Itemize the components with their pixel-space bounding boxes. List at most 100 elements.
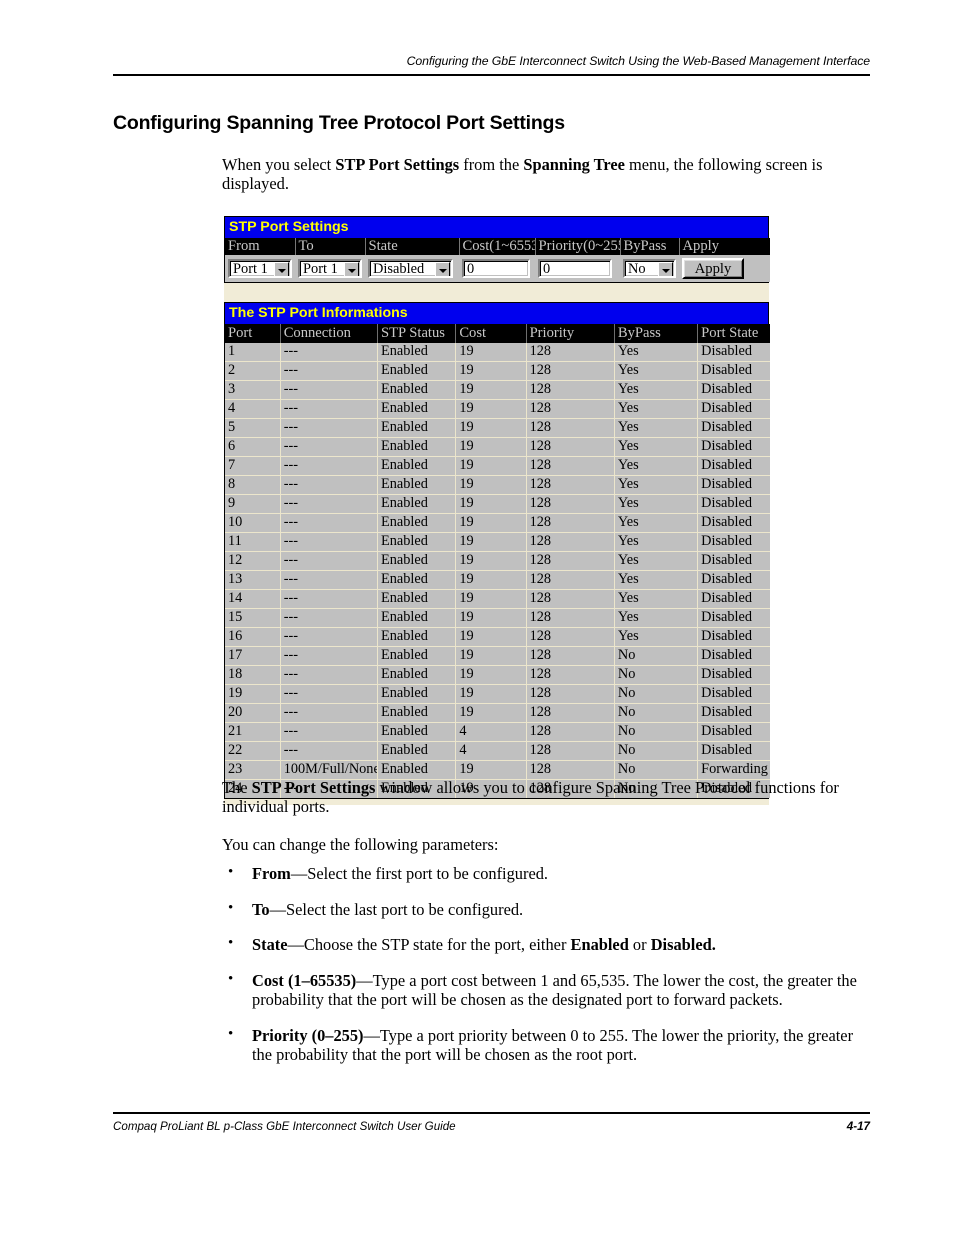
table-cell: 20 (225, 703, 281, 723)
document-page: Configuring the GbE Interconnect Switch … (0, 0, 954, 1235)
table-cell: 128 (526, 343, 615, 362)
table-cell: 11 (225, 532, 281, 552)
table-cell: Enabled (377, 380, 457, 400)
bullet-text-mid: or (628, 935, 651, 954)
table-cell: 19 (455, 551, 527, 571)
info-body: 1 --- Enabled 19 128 Yes Disabled 2 --- Enabled 19… (225, 343, 770, 798)
table-cell: --- (280, 513, 379, 533)
table-cell: 19 (455, 361, 527, 381)
table-cell: 21 (225, 722, 281, 742)
bypass-select[interactable]: No (623, 258, 676, 278)
bullet-marker: • (228, 970, 234, 987)
settings-field-row: Port 1 Port 1 Disabled 0 0 No Apply (225, 255, 770, 282)
table-row: 12 --- Enabled 19 128 Yes Disabled (225, 551, 770, 571)
table-cell: --- (280, 722, 379, 742)
table-cell: Enabled (377, 437, 457, 457)
header-rule (113, 74, 870, 76)
table-cell: 128 (526, 437, 615, 457)
bullet-marker: • (228, 1025, 234, 1042)
chevron-down-icon[interactable] (274, 261, 289, 276)
bullet-term: Cost (1–65535) (252, 970, 357, 990)
table-row: 1 --- Enabled 19 128 Yes Disabled (225, 343, 770, 362)
table-row: 14 --- Enabled 19 128 Yes Disabled (225, 589, 770, 609)
bypass-cell: No (620, 255, 679, 282)
state-select[interactable]: Disabled (368, 258, 453, 278)
bullet-term: From (252, 864, 291, 883)
table-cell: --- (280, 551, 379, 571)
table-row: 8 --- Enabled 19 128 Yes Disabled (225, 475, 770, 495)
table-cell: Yes (614, 418, 699, 438)
table-cell: Yes (614, 513, 699, 533)
table-cell: Disabled (697, 608, 770, 628)
table-cell: 128 (526, 646, 615, 666)
after-text-a: The (222, 778, 252, 797)
table-cell: --- (280, 665, 379, 685)
settings-header-apply: Apply (679, 238, 770, 255)
apply-cell: Apply (679, 255, 770, 282)
info-panel: Port Connection STP Status Cost Priority ByPa… (224, 324, 770, 799)
table-cell: --- (280, 494, 379, 514)
state-select-value: Disabled (373, 260, 425, 277)
settings-header-row: From To State Cost(1~65535) Priority(0~2… (225, 238, 770, 255)
table-cell: 19 (225, 684, 281, 704)
table-cell: 128 (526, 741, 615, 761)
table-cell: 16 (225, 627, 281, 647)
table-cell: --- (280, 399, 379, 419)
chevron-down-icon[interactable] (435, 261, 450, 276)
bullet-marker: • (228, 899, 234, 916)
to-select-value: Port 1 (303, 260, 338, 277)
table-cell: Yes (614, 475, 699, 495)
chevron-down-icon[interactable] (344, 261, 359, 276)
table-cell: Enabled (377, 361, 457, 381)
apply-button[interactable]: Apply (682, 257, 744, 279)
table-cell: 19 (455, 380, 527, 400)
table-cell: Yes (614, 551, 699, 571)
table-cell: Yes (614, 589, 699, 609)
table-cell: Enabled (377, 665, 457, 685)
table-row: 23 100M/Full/None Enabled 19 128 No Forwarding (225, 760, 770, 780)
priority-input[interactable]: 0 (538, 258, 612, 278)
table-cell: 19 (455, 456, 527, 476)
table-cell: Disabled (697, 684, 770, 704)
table-cell: 9 (225, 494, 281, 514)
chevron-down-icon[interactable] (658, 261, 673, 276)
table-cell: 10 (225, 513, 281, 533)
table-cell: --- (280, 456, 379, 476)
table-row: 16 --- Enabled 19 128 Yes Disabled (225, 627, 770, 647)
table-cell: 13 (225, 570, 281, 590)
table-cell: 128 (526, 380, 615, 400)
to-select[interactable]: Port 1 (298, 258, 362, 278)
table-cell: Disabled (697, 589, 770, 609)
intro-term-menu: Spanning Tree (523, 155, 625, 174)
table-row: 20 --- Enabled 19 128 No Disabled (225, 703, 770, 723)
table-cell: Enabled (377, 456, 457, 476)
table-cell: --- (280, 343, 379, 362)
table-cell: 19 (455, 760, 527, 780)
parameters-lead: You can change the following parameters: (222, 835, 499, 854)
cost-cell: 0 (459, 255, 535, 282)
bullet-term: State (252, 935, 288, 954)
parameter-bullet-list: • From—Select the first port to be config… (222, 864, 874, 1081)
table-cell: Forwarding (697, 760, 770, 780)
table-cell: Disabled (697, 456, 770, 476)
panel-spacer (224, 283, 769, 302)
table-cell: Disabled (697, 703, 770, 723)
bullet-text: —Choose the STP state for the port, eith… (287, 935, 571, 954)
table-cell: Disabled (697, 532, 770, 552)
table-cell: Enabled (377, 684, 457, 704)
table-cell: Enabled (377, 494, 457, 514)
from-select[interactable]: Port 1 (228, 258, 292, 278)
table-cell: 6 (225, 437, 281, 457)
table-cell: Enabled (377, 722, 457, 742)
table-cell: 100M/Full/None (280, 760, 379, 780)
table-row: 22 --- Enabled 4 128 No Disabled (225, 741, 770, 761)
table-cell: 8 (225, 475, 281, 495)
table-cell: Disabled (697, 570, 770, 590)
table-cell: 128 (526, 722, 615, 742)
info-header-bypass: ByPass (614, 324, 699, 343)
table-cell: No (614, 665, 699, 685)
table-cell: Enabled (377, 399, 457, 419)
list-item: • From—Select the first port to be config… (222, 864, 874, 884)
table-row: 21 --- Enabled 4 128 No Disabled (225, 722, 770, 742)
cost-input[interactable]: 0 (462, 258, 530, 278)
